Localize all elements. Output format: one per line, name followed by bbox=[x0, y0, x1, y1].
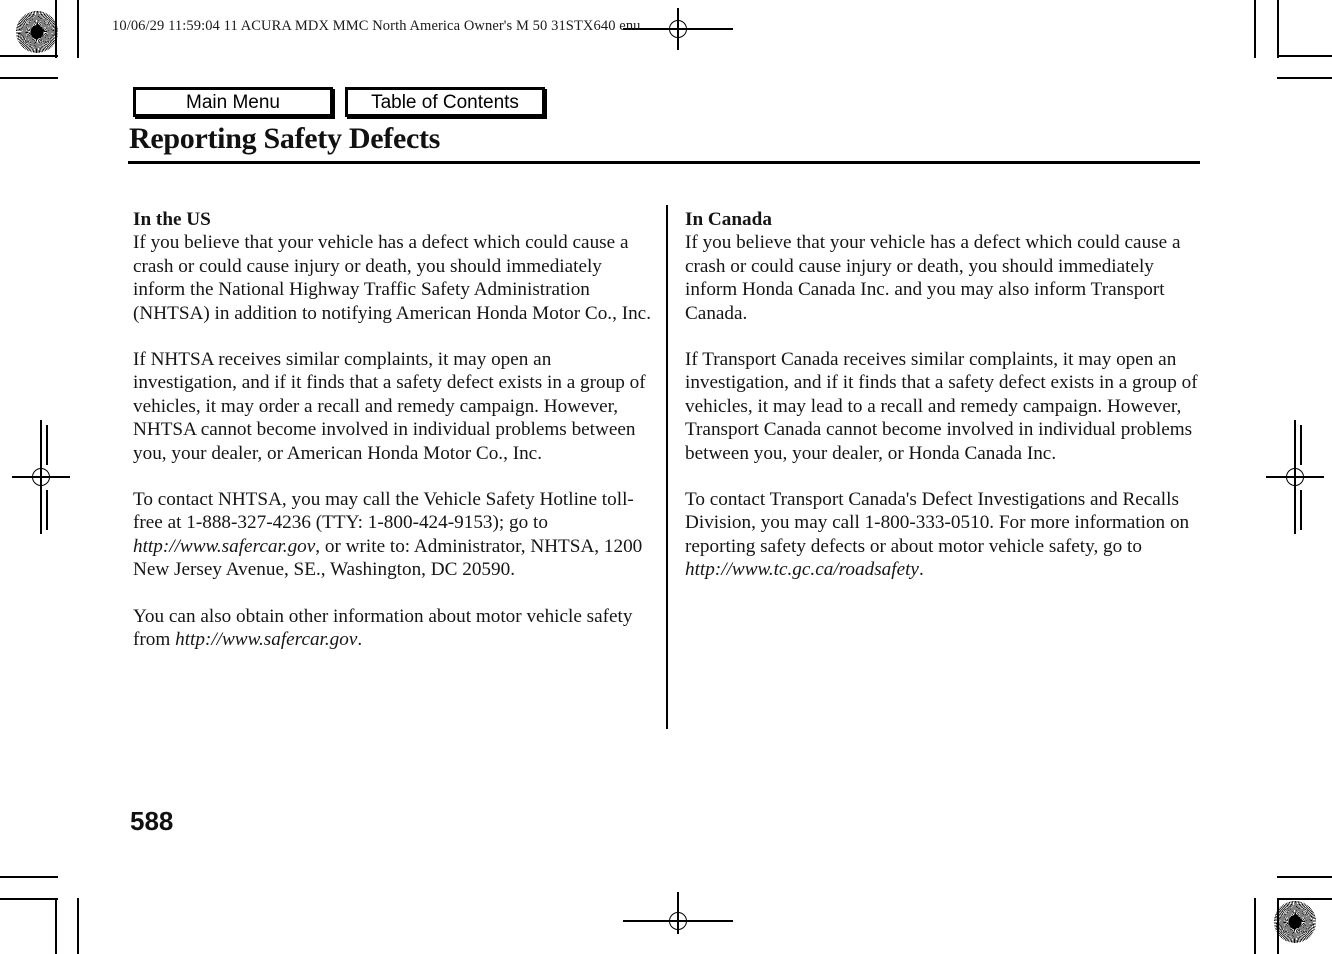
column-divider-rule bbox=[666, 205, 668, 729]
crop-mark-bottom-left-horizontal-outer bbox=[0, 898, 58, 900]
registration-starburst-bottom-right bbox=[1274, 901, 1316, 943]
main-menu-button[interactable]: Main Menu bbox=[133, 87, 333, 117]
registration-crosshair-bottom-center bbox=[623, 892, 733, 934]
crosshair-ring bbox=[1286, 468, 1304, 486]
crosshair-ring bbox=[32, 468, 50, 486]
us-paragraph-3-text-before-url: To contact NHTSA, you may call the Vehic… bbox=[133, 489, 634, 534]
us-paragraph-2: If NHTSA receives similar complaints, it… bbox=[133, 349, 646, 464]
trim-mark-right-lower bbox=[1300, 490, 1302, 530]
transport-canada-url-link[interactable]: http://www.tc.gc.ca/roadsafety bbox=[685, 559, 919, 580]
registration-crosshair-right-center bbox=[1266, 420, 1324, 534]
registration-crosshair-left-center bbox=[12, 420, 70, 534]
title-divider-rule bbox=[128, 161, 1200, 164]
crosshair-ring bbox=[669, 20, 687, 38]
canada-paragraph-2: If Transport Canada receives similar com… bbox=[685, 349, 1198, 464]
crop-mark-bottom-right-vertical-outer bbox=[1254, 898, 1256, 954]
section-heading-in-the-us: In the US bbox=[133, 209, 211, 230]
canada-paragraph-3-text-after-url: . bbox=[918, 559, 924, 581]
crop-mark-top-left-horizontal-outer bbox=[0, 77, 58, 79]
right-column: In Canada If you believe that your vehic… bbox=[685, 208, 1205, 582]
crop-mark-bottom-right-vertical-inner bbox=[1277, 898, 1279, 954]
crop-mark-top-right-horizontal-outer bbox=[1277, 77, 1332, 79]
canada-paragraph-3: To contact Transport Canada's Defect Inv… bbox=[685, 488, 1205, 582]
crop-mark-top-left-vertical-inner bbox=[77, 0, 79, 58]
crop-mark-top-right-vertical-outer bbox=[1277, 0, 1279, 58]
trim-mark-right-upper bbox=[1300, 425, 1302, 465]
crop-mark-top-right-vertical-inner bbox=[1254, 0, 1256, 58]
us-paragraph-4: You can also obtain other information ab… bbox=[133, 605, 653, 652]
crop-mark-bottom-left-vertical-inner bbox=[55, 898, 57, 954]
crop-mark-bottom-left-horizontal-inner bbox=[0, 876, 58, 878]
registration-crosshair-top-center bbox=[623, 8, 733, 50]
table-of-contents-button[interactable]: Table of Contents bbox=[345, 87, 545, 117]
registration-starburst-top-left bbox=[16, 11, 58, 53]
us-paragraph-1: If you believe that your vehicle has a d… bbox=[133, 232, 651, 324]
scan-header-line: 10/06/29 11:59:04 11 ACURA MDX MMC North… bbox=[112, 18, 641, 34]
crop-mark-bottom-right-horizontal-inner bbox=[1277, 898, 1332, 900]
crop-mark-top-left-horizontal-inner bbox=[0, 55, 58, 57]
us-paragraph-4-text-after-url: . bbox=[357, 629, 363, 651]
crop-mark-top-left-vertical-outer bbox=[55, 0, 57, 58]
safercar-url-link-secondary[interactable]: http://www.safercar.gov bbox=[175, 629, 357, 650]
canada-paragraph-3-text-before-url: To contact Transport Canada's Defect Inv… bbox=[685, 489, 1190, 557]
crosshair-ring bbox=[669, 912, 687, 930]
safercar-url-link[interactable]: http://www.safercar.gov bbox=[133, 536, 315, 557]
page-title: Reporting Safety Defects bbox=[129, 122, 441, 155]
left-column: In the US If you believe that your vehic… bbox=[133, 208, 653, 652]
section-heading-in-canada: In Canada bbox=[685, 209, 772, 230]
us-paragraph-3: To contact NHTSA, you may call the Vehic… bbox=[133, 488, 653, 582]
crop-mark-bottom-right-horizontal-outer bbox=[1277, 876, 1332, 878]
page-number: 588 bbox=[130, 806, 174, 836]
trim-mark-left-upper bbox=[46, 425, 48, 465]
crop-mark-top-right-horizontal-inner bbox=[1277, 55, 1332, 57]
crop-mark-bottom-left-vertical-outer bbox=[77, 898, 79, 954]
canada-paragraph-1: If you believe that your vehicle has a d… bbox=[685, 232, 1181, 324]
trim-mark-left-lower bbox=[46, 490, 48, 530]
